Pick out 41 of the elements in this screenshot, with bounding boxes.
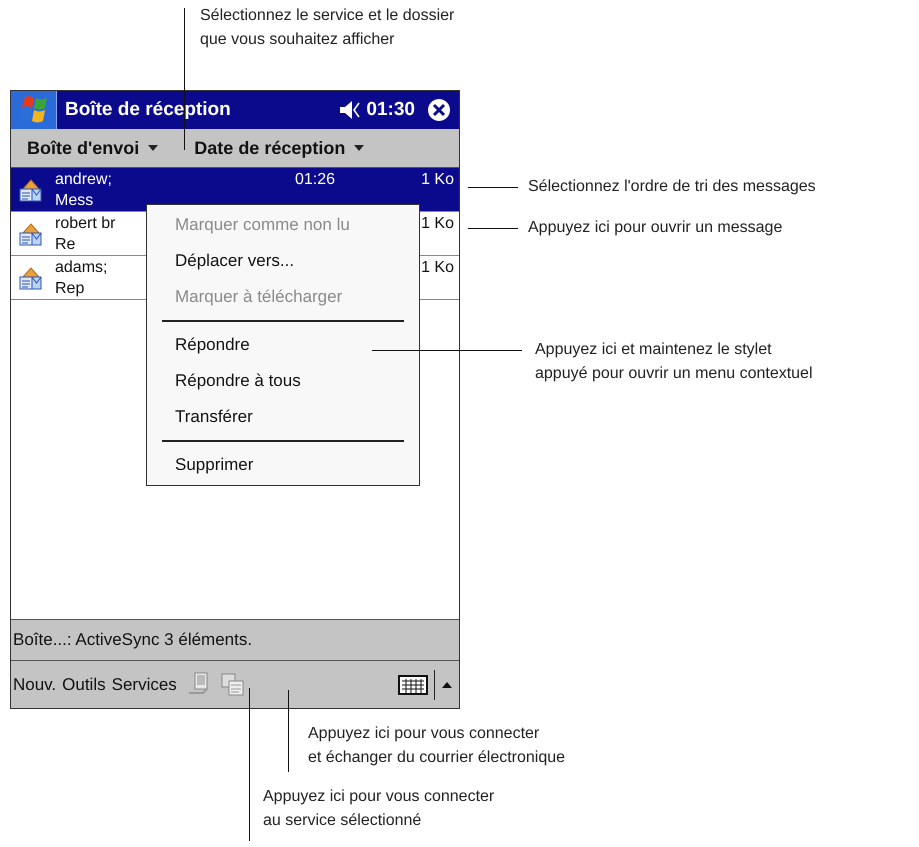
menu-item[interactable]: Services (112, 672, 177, 698)
leader-line (468, 228, 518, 229)
status-text: Boîte...: ActiveSync 3 éléments. (13, 629, 252, 652)
callout-text: Appuyez ici pour ouvrir un message (528, 218, 782, 238)
context-menu-item[interactable]: Déplacer vers... (147, 243, 419, 279)
message-sender: adams; (55, 258, 108, 278)
message-size: 1 Ko (421, 170, 454, 190)
message-subject: Re (55, 235, 76, 255)
keyboard-icon[interactable] (398, 674, 428, 696)
caret-icon (353, 144, 366, 152)
message-time: 01:26 (295, 170, 336, 190)
message-size: 1 Ko (421, 258, 454, 278)
callout-text: Sélectionnez le service et le dossier que vous souhaitez afficher (200, 6, 454, 50)
speaker-icon[interactable] (338, 100, 362, 120)
mail-icon (17, 265, 43, 291)
callout-text: Appuyez ici et maintenez le stylet appuyé pour ouvrir un menu contextuel (535, 340, 813, 384)
context-menu-item[interactable]: Transférer (147, 399, 419, 435)
close-icon[interactable] (427, 98, 451, 122)
start-button[interactable] (11, 91, 57, 129)
message-sender: andrew; (55, 170, 112, 190)
context-menu-item[interactable]: Répondre à tous (147, 363, 419, 399)
message-sender: robert br (55, 214, 116, 234)
callout-text: Appuyez ici pour vous connecter et échanger du courrier électronique (308, 724, 566, 768)
leader-line (468, 187, 518, 188)
callout-text: Appuyez ici pour vous connecter au service sélectionné (263, 787, 494, 831)
context-menu-item[interactable]: Supprimer (147, 447, 419, 483)
menu-item[interactable]: Outils (62, 672, 106, 698)
mail-icon (17, 177, 43, 203)
message-subject: Mess (55, 191, 94, 211)
callout-text: Sélectionnez l'ordre de tri des messages (528, 177, 816, 197)
context-menu-item[interactable]: Répondre (147, 327, 419, 363)
clock-text[interactable]: 01:30 (366, 96, 415, 124)
up-arrow-icon[interactable] (441, 680, 453, 688)
menu-item[interactable]: Nouv. (13, 672, 56, 698)
window-title: Boîte de réception (65, 98, 231, 122)
message-subject: Rep (55, 279, 84, 299)
caret-icon (147, 144, 160, 152)
folder-dropdown[interactable]: Boîte d'envoi (27, 134, 160, 162)
mail-icon (17, 221, 43, 247)
sort-dropdown[interactable]: Date de réception (194, 134, 366, 162)
message-size: 1 Ko (421, 214, 454, 234)
